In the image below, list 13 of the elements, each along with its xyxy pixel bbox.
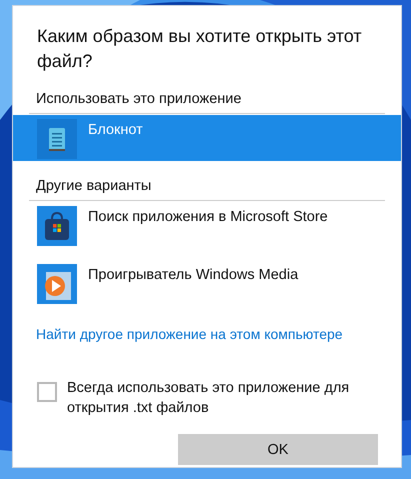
ok-button[interactable]: OK bbox=[178, 434, 378, 465]
notepad-icon bbox=[37, 119, 77, 159]
app-list-item[interactable]: Поиск приложения в Microsoft Store bbox=[13, 202, 401, 250]
checkbox[interactable] bbox=[37, 382, 57, 402]
app-list-item[interactable]: Блокнот bbox=[13, 115, 401, 161]
find-app-link[interactable]: Найти другое приложение на этом компьютере bbox=[36, 326, 343, 342]
media-player-icon bbox=[37, 264, 77, 304]
store-bag-icon bbox=[37, 206, 77, 246]
dialog-title: Каким образом вы хотите открыть этот файл? bbox=[36, 25, 363, 73]
app-list-item[interactable]: Проигрыватель Windows Media bbox=[13, 260, 401, 308]
section-heading: Использовать это приложение bbox=[35, 90, 242, 109]
checkbox-label: Всегда использовать это приложение для открытия .txt файлов bbox=[67, 379, 350, 418]
section-heading: Другие варианты bbox=[35, 177, 152, 196]
